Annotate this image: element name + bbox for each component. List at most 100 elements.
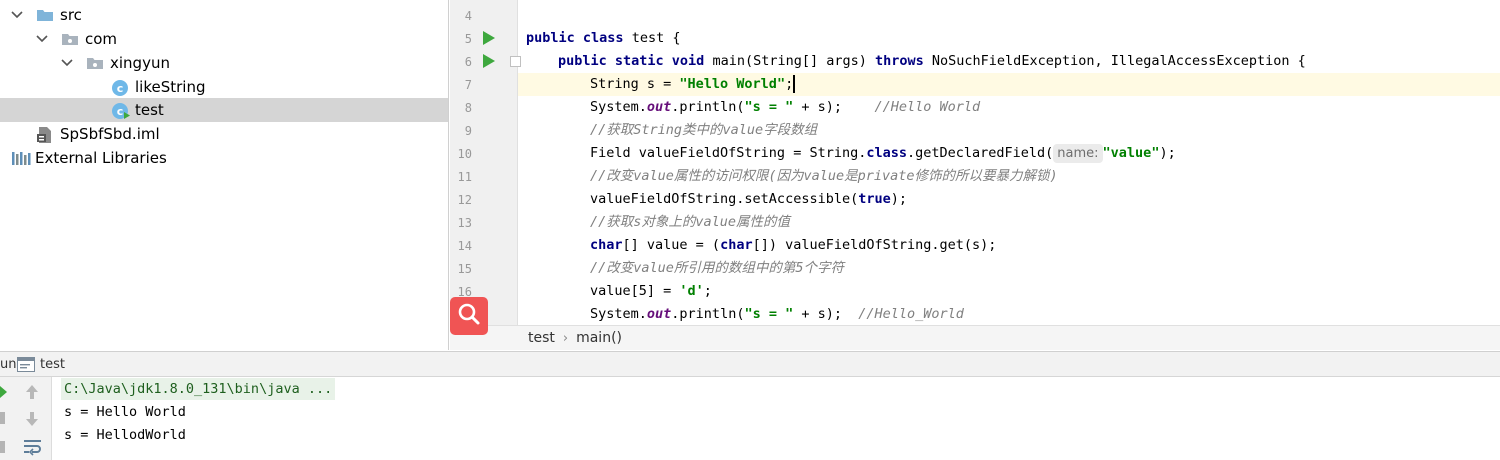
search-button[interactable]: [450, 297, 488, 335]
code-token: throws: [875, 53, 924, 69]
arrow-up-icon[interactable]: [24, 383, 40, 405]
run-toolbar: [0, 377, 52, 460]
code-token: true: [858, 191, 891, 207]
code-comment: //Hello_World: [858, 306, 964, 322]
code-token: [] value = (: [622, 237, 721, 253]
tree-item-external-libraries[interactable]: External Libraries: [0, 146, 448, 170]
code-line: valueFieldOfString.setAccessible(true);: [590, 188, 1500, 211]
module-file-icon: [36, 126, 54, 143]
code-line: value[5] = 'd';: [590, 280, 1500, 303]
line-number: 15: [457, 262, 472, 276]
arrow-down-icon[interactable]: [24, 410, 40, 432]
code-token: Field valueFieldOfString = String.: [590, 145, 867, 161]
code-token: []) valueFieldOfString.get(s);: [752, 237, 997, 253]
code-comment: //获取String类中的value字段数组: [590, 122, 818, 138]
code-comment: //Hello World: [874, 99, 981, 115]
run-console: C:\Java\jdk1.8.0_131\bin\java ... s = He…: [0, 377, 1500, 460]
tree-item-label: External Libraries: [35, 149, 167, 167]
chevron-down-icon[interactable]: [35, 32, 49, 46]
code-token: 'd': [679, 283, 704, 299]
code-token: .println(: [671, 99, 745, 115]
tree-item-xingyun[interactable]: xingyun: [0, 51, 448, 75]
code-token: valueFieldOfString.setAccessible(: [590, 191, 859, 207]
code-line: //改变value所引用的数组中的第5个字符: [590, 257, 1500, 280]
line-number: 4: [464, 9, 472, 23]
run-method-icon[interactable]: [483, 54, 495, 68]
line-number: 5: [464, 32, 472, 46]
code-token: System.: [590, 306, 647, 322]
line-number: 12: [457, 193, 472, 207]
code-token: ;: [703, 283, 712, 299]
code-token: ;: [785, 76, 794, 92]
code-editor[interactable]: 4 5 6 7 8 9 10 11 12 13 14 15 16 public …: [450, 0, 1500, 350]
tree-item-label: com: [85, 30, 118, 48]
console-command-line: C:\Java\jdk1.8.0_131\bin\java ...: [61, 378, 336, 400]
code-area[interactable]: public class test { public static void m…: [518, 0, 1500, 325]
run-tool-window-header: un test: [0, 351, 1500, 377]
tree-item-com[interactable]: com: [0, 27, 448, 51]
tree-item-label: SpSbfSbd.iml: [60, 125, 160, 143]
code-token: "value": [1102, 145, 1160, 161]
line-number: 9: [464, 124, 472, 138]
code-line: char[] value = (char[]) valueFieldOfStri…: [590, 234, 1500, 257]
line-number: 6: [464, 55, 472, 69]
tree-item-likestring[interactable]: c likeString: [0, 75, 448, 99]
code-token: public static void: [558, 53, 705, 69]
code-token: char: [720, 237, 753, 253]
rerun-icon[interactable]: [0, 384, 8, 403]
console-output-line: s = Hello World: [64, 404, 186, 420]
code-token: System.: [590, 99, 647, 115]
package-icon: [86, 55, 104, 71]
package-icon: [61, 31, 79, 47]
tree-item-label: xingyun: [110, 54, 170, 72]
code-token: public: [526, 30, 575, 46]
tree-item-iml[interactable]: SpSbfSbd.iml: [0, 122, 448, 146]
editor-gutter: 4 5 6 7 8 9 10 11 12 13 14 15 16: [450, 0, 521, 325]
code-line: public class test {: [526, 27, 1500, 50]
restore-layout-icon[interactable]: [0, 439, 6, 458]
chevron-down-icon[interactable]: [10, 8, 24, 22]
text-caret: [793, 75, 796, 93]
code-token: class: [866, 145, 907, 161]
svg-text:c: c: [117, 82, 124, 95]
run-tab-test[interactable]: test: [40, 357, 65, 372]
class-runnable-icon: c: [111, 102, 130, 119]
code-line: //获取s对象上的value属性的值: [590, 211, 1500, 234]
code-token: );: [890, 191, 907, 207]
tree-item-src[interactable]: src: [0, 3, 448, 27]
code-line: System.out.println("s = " + s); //Hello …: [590, 96, 1500, 119]
code-line: //改变value属性的访问权限(因为value是private修饰的所以要暴力…: [590, 165, 1500, 188]
code-token: value[5] =: [590, 283, 680, 299]
code-token: test {: [623, 30, 681, 46]
line-number: 13: [457, 216, 472, 230]
console-icon: [17, 357, 35, 376]
breadcrumb-item[interactable]: main(): [576, 330, 622, 346]
code-line: Field valueFieldOfString = String.class.…: [590, 142, 1500, 165]
search-icon: [456, 301, 482, 331]
code-token: .getDeclaredField(: [906, 145, 1054, 161]
code-token: char: [590, 237, 623, 253]
breadcrumb-item[interactable]: test: [528, 330, 555, 346]
line-number: 8: [464, 101, 472, 115]
code-token: "Hello World": [679, 76, 786, 92]
code-token: );: [1159, 145, 1176, 161]
chevron-right-icon: ›: [562, 330, 569, 346]
code-token: String s =: [590, 76, 680, 92]
soft-wrap-icon[interactable]: [23, 438, 43, 460]
code-token: NoSuchFieldException, IllegalAccessExcep…: [923, 53, 1306, 69]
stop-icon[interactable]: [0, 410, 6, 429]
code-token: + s);: [793, 306, 859, 322]
tree-item-label: likeString: [135, 78, 206, 96]
chevron-down-icon[interactable]: [60, 56, 74, 70]
code-token: "s = ": [744, 306, 794, 322]
line-number: 11: [457, 170, 472, 184]
folder-icon: [36, 7, 54, 23]
libraries-icon: [11, 150, 31, 166]
console-output-line: s = HellodWorld: [64, 427, 186, 443]
current-code-line: String s = "Hello World";: [518, 73, 1500, 96]
run-class-icon[interactable]: [483, 31, 495, 45]
tree-item-label: test: [135, 101, 164, 119]
code-token: + s);: [793, 99, 875, 115]
tree-item-test[interactable]: c test: [0, 98, 448, 122]
code-token: .println(: [671, 306, 745, 322]
